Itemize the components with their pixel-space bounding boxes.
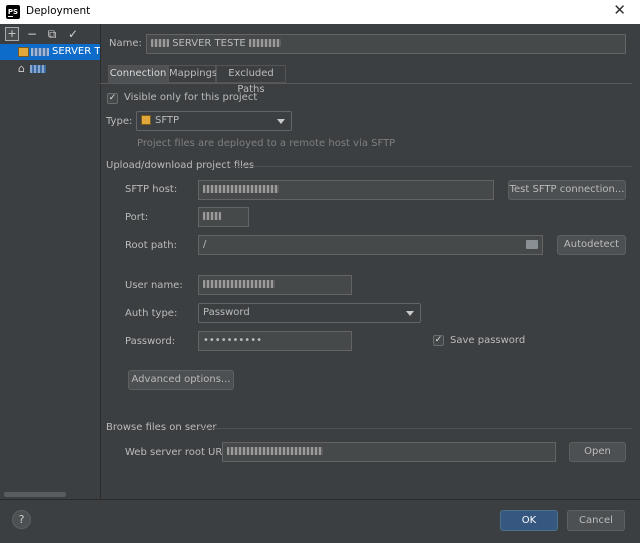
advanced-options-button[interactable]: Advanced options...: [128, 370, 234, 390]
default-server-item[interactable]: ⌂: [18, 62, 58, 76]
redacted-text: [248, 39, 281, 47]
folder-icon[interactable]: [526, 240, 538, 249]
remove-server-icon[interactable]: −: [25, 27, 39, 41]
visible-only-checkbox[interactable]: ✓: [107, 93, 118, 104]
save-password-checkbox[interactable]: ✓: [433, 335, 444, 346]
redacted-text: [30, 65, 46, 73]
port-label: Port:: [125, 212, 149, 223]
ok-button[interactable]: OK: [500, 510, 558, 531]
close-icon[interactable]: ✕: [613, 1, 626, 19]
name-input-value: SERVER TESTE: [172, 38, 246, 49]
deployment-dialog: + − ⧉ ✓ SERVER TESTE ⌂ Name: SERVER TEST…: [0, 24, 640, 543]
redacted-text: [203, 212, 221, 220]
web-root-url-input[interactable]: [222, 442, 556, 462]
type-label: Type:: [106, 116, 133, 127]
password-input[interactable]: ••••••••••: [198, 331, 352, 351]
section-divider: [198, 428, 632, 429]
name-label: Name:: [109, 38, 142, 49]
user-name-label: User name:: [125, 280, 183, 291]
server-list-sidebar: + − ⧉ ✓ SERVER TESTE ⌂: [0, 24, 101, 499]
autodetect-button[interactable]: Autodetect: [557, 235, 626, 255]
redacted-text: [31, 48, 49, 56]
save-password-label: Save password: [450, 335, 526, 346]
name-input[interactable]: SERVER TESTE: [146, 34, 626, 54]
password-value: ••••••••••: [203, 335, 262, 346]
phpstorm-logo-icon: PS: [6, 5, 20, 19]
port-input[interactable]: [198, 207, 249, 227]
dialog-footer: ? OK Cancel: [0, 499, 640, 543]
auth-type-value: Password: [203, 307, 250, 318]
tab-mappings[interactable]: Mappings: [168, 65, 217, 83]
sidebar-scrollbar[interactable]: [4, 492, 66, 497]
home-icon: ⌂: [18, 62, 25, 75]
tab-connection[interactable]: Connection: [108, 65, 168, 83]
sftp-host-label: SFTP host:: [125, 184, 178, 195]
cancel-button[interactable]: Cancel: [567, 510, 625, 531]
redacted-text: [203, 185, 279, 193]
test-connection-button[interactable]: Test SFTP connection...: [508, 180, 626, 200]
chevron-down-icon: [406, 311, 414, 316]
sftp-server-icon: [18, 47, 29, 57]
open-button[interactable]: Open: [569, 442, 626, 462]
root-path-input[interactable]: /: [198, 235, 543, 255]
auth-type-label: Auth type:: [125, 308, 178, 319]
sftp-icon: [141, 115, 151, 125]
help-icon[interactable]: ?: [12, 510, 31, 529]
root-path-value: /: [203, 239, 207, 250]
tab-panel-border: [100, 83, 640, 84]
sftp-host-input[interactable]: [198, 180, 494, 200]
section-divider: [232, 166, 632, 167]
copy-server-icon[interactable]: ⧉: [45, 27, 59, 41]
use-as-default-icon[interactable]: ✓: [66, 27, 80, 41]
window-title: Deployment: [26, 5, 91, 17]
redacted-text: [227, 447, 323, 455]
server-list-item-label: SERVER TESTE: [52, 46, 100, 57]
redacted-text: [203, 280, 275, 288]
auth-type-select[interactable]: Password: [198, 303, 421, 323]
root-path-label: Root path:: [125, 240, 177, 251]
content-scrollbar[interactable]: [632, 24, 640, 499]
type-hint: Project files are deployed to a remote h…: [137, 138, 396, 149]
server-list-item[interactable]: SERVER TESTE: [0, 44, 100, 60]
visible-only-label: Visible only for this project: [124, 92, 258, 103]
password-label: Password:: [125, 336, 176, 347]
title-bar: PS Deployment ✕: [0, 0, 640, 24]
web-root-url-label: Web server root URL:: [125, 447, 232, 458]
user-name-input[interactable]: [198, 275, 352, 295]
add-server-icon[interactable]: +: [5, 27, 19, 41]
chevron-down-icon: [277, 119, 285, 124]
type-select[interactable]: SFTP: [136, 111, 292, 131]
type-select-value: SFTP: [155, 115, 180, 126]
tab-excluded-paths[interactable]: Excluded Paths: [216, 65, 286, 95]
redacted-text: [151, 39, 169, 47]
